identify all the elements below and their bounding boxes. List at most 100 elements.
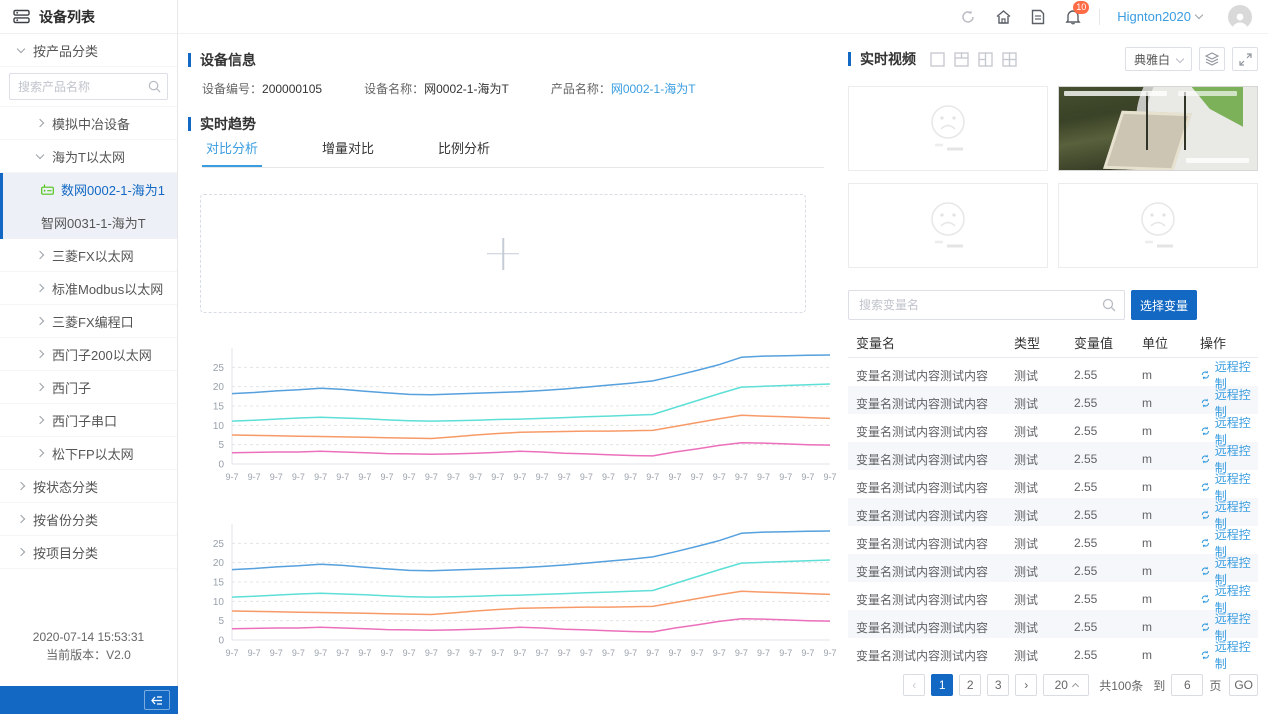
tree-item-label: 按状态分类 [33, 477, 98, 496]
no-video-icon [915, 198, 981, 254]
person-icon [1230, 11, 1250, 29]
home-icon[interactable] [994, 8, 1012, 26]
cell-unit: m [1142, 592, 1200, 606]
remote-control-icon [1200, 369, 1211, 381]
cell-name: 变量名测试内容测试内容 [856, 647, 1014, 664]
tab-active[interactable]: 对比分析 [202, 138, 262, 167]
next-page-button[interactable]: › [1015, 674, 1037, 696]
tree-group-item[interactable]: 模拟中冶设备 [0, 107, 177, 140]
cell-value: 2.55 [1074, 620, 1142, 634]
svg-text:15: 15 [213, 402, 225, 413]
chevron-down-icon [17, 44, 25, 52]
column-header: 变量值 [1074, 333, 1142, 352]
variable-search-input[interactable] [848, 290, 1125, 320]
tree-group-item[interactable]: 三菱FX编程口 [0, 305, 177, 338]
device-tree-item[interactable]: 数网0002-1-海为1 [3, 173, 177, 206]
svg-text:9-7: 9-7 [381, 472, 394, 482]
layers-button[interactable] [1199, 47, 1225, 71]
svg-text:9-7: 9-7 [580, 472, 593, 482]
product-name-link[interactable]: 网0002-1-海为T [611, 82, 696, 96]
svg-text:9-7: 9-7 [491, 648, 504, 658]
tree-category-item[interactable]: 按省份分类 [0, 503, 177, 536]
section-accent-bar [188, 53, 191, 67]
product-search-input[interactable] [9, 73, 168, 100]
go-button[interactable]: GO [1229, 674, 1258, 696]
remote-control-link[interactable]: 远程控制 [1200, 638, 1258, 672]
cell-name: 变量名测试内容测试内容 [856, 367, 1014, 384]
page-size-value: 20 [1055, 678, 1068, 692]
svg-text:9-7: 9-7 [757, 648, 770, 658]
tree-category-item[interactable]: 按项目分类 [0, 536, 177, 569]
cell-name: 变量名测试内容测试内容 [856, 507, 1014, 524]
tab-item[interactable]: 增量对比 [318, 138, 378, 167]
column-header: 单位 [1142, 333, 1200, 352]
tree-item-label: 三菱FX以太网 [52, 246, 134, 265]
svg-text:9-7: 9-7 [823, 648, 836, 658]
cell-unit: m [1142, 368, 1200, 382]
notifications-bell-icon[interactable]: 10 [1064, 8, 1082, 26]
page-button-2[interactable]: 2 [959, 674, 981, 696]
cell-unit: m [1142, 480, 1200, 494]
layout-3-icon[interactable] [978, 52, 993, 67]
user-menu[interactable]: Hignton2020 [1117, 9, 1211, 24]
chevron-down-icon [36, 150, 44, 158]
svg-text:9-7: 9-7 [403, 648, 416, 658]
svg-text:9-7: 9-7 [691, 648, 704, 658]
tree-group-item[interactable]: 西门子200以太网 [0, 338, 177, 371]
tree-group-item[interactable]: 松下FP以太网 [0, 437, 177, 470]
svg-text:20: 20 [213, 558, 225, 569]
prev-page-button[interactable]: ‹ [903, 674, 925, 696]
remote-control-icon [1200, 537, 1211, 549]
tree-group-item[interactable]: 三菱FX以太网 [0, 239, 177, 272]
select-variable-button[interactable]: 选择变量 [1131, 290, 1197, 320]
video-cell-empty[interactable] [848, 183, 1048, 268]
tree-group-item[interactable]: 西门子串口 [0, 404, 177, 437]
device-info-title-text: 设备信息 [200, 50, 256, 70]
table-row: 变量名测试内容测试内容测试2.55m远程控制 [848, 442, 1258, 470]
table-row: 变量名测试内容测试内容测试2.55m远程控制 [848, 386, 1258, 414]
layout-4-icon[interactable] [1002, 52, 1017, 67]
layout-2-icon[interactable] [954, 52, 969, 67]
svg-text:9-7: 9-7 [248, 472, 261, 482]
remote-control-icon [1200, 453, 1211, 465]
refresh-icon[interactable] [959, 8, 977, 26]
layout-1-icon[interactable] [930, 52, 945, 67]
video-frame [1184, 92, 1186, 150]
collapse-sidebar-button[interactable] [144, 690, 170, 710]
svg-text:9-7: 9-7 [801, 472, 814, 482]
device-tree-item[interactable]: 智网0031-1-海为T [3, 206, 177, 239]
video-cell-live[interactable] [1058, 86, 1258, 171]
sidebar-title: 设备列表 [39, 7, 95, 27]
page-size-select[interactable]: 20 [1043, 674, 1089, 696]
avatar[interactable] [1228, 5, 1252, 29]
layers-icon [1205, 52, 1219, 66]
cell-value: 2.55 [1074, 424, 1142, 438]
tree-category-item[interactable]: 按状态分类 [0, 470, 177, 503]
svg-text:9-7: 9-7 [624, 648, 637, 658]
tab-item[interactable]: 比例分析 [434, 138, 494, 167]
tree-group-item[interactable]: 西门子 [0, 371, 177, 404]
goto-page-input[interactable] [1171, 674, 1203, 696]
page-button-1[interactable]: 1 [931, 674, 953, 696]
video-cell-empty[interactable] [1058, 183, 1258, 268]
device-tree-item-label: 智网0031-1-海为T [41, 213, 146, 232]
field-label: 产品名称： [551, 82, 611, 96]
video-cell-empty[interactable] [848, 86, 1048, 171]
theme-select[interactable]: 典雅白 [1125, 47, 1192, 71]
tree-group-item[interactable]: 海为T以太网 [0, 140, 177, 173]
video-toolbar: 典雅白 [1125, 47, 1258, 71]
add-chart-placeholder[interactable] [200, 194, 806, 313]
tree-group-item[interactable]: 标准Modbus以太网 [0, 272, 177, 305]
svg-text:9-7: 9-7 [469, 472, 482, 482]
plus-icon [502, 238, 504, 270]
tree-category-item[interactable]: 按产品分类 [0, 34, 177, 67]
table-row: 变量名测试内容测试内容测试2.55m远程控制 [848, 498, 1258, 526]
document-icon[interactable] [1029, 8, 1047, 26]
svg-text:9-7: 9-7 [779, 648, 792, 658]
device-info-field: 设备编号：200000105 [202, 80, 322, 97]
video-layout-switcher [930, 52, 1017, 67]
fullscreen-button[interactable] [1232, 47, 1258, 71]
page-button-3[interactable]: 3 [987, 674, 1009, 696]
chevron-up-icon [1072, 682, 1079, 689]
cell-unit: m [1142, 424, 1200, 438]
